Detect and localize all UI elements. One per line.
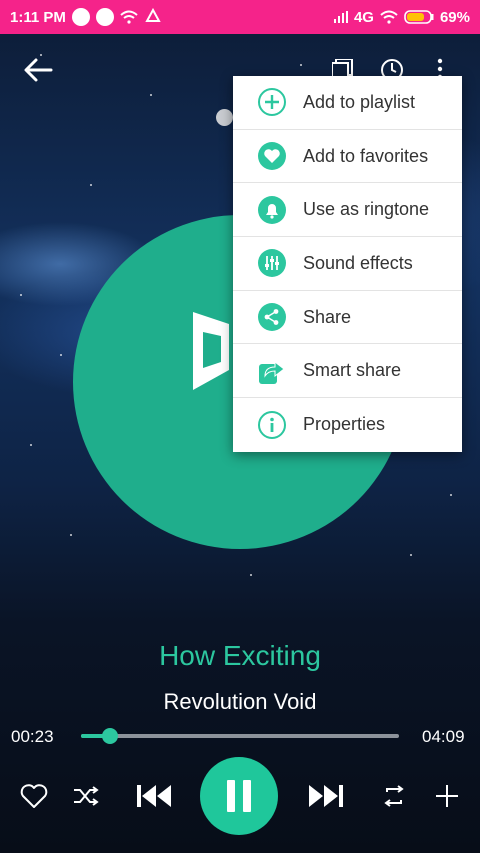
- share-icon: [256, 301, 288, 333]
- repeat-button[interactable]: [378, 780, 410, 812]
- heart-icon: [256, 140, 288, 172]
- battery-percent: 69%: [439, 8, 470, 26]
- music-app-icon: [71, 8, 90, 26]
- song-title: How Exciting: [159, 640, 321, 671]
- shuffle-button[interactable]: [70, 780, 102, 812]
- status-time: 1:11 PM: [10, 8, 66, 26]
- menu-item-smart-share[interactable]: Smart share: [233, 344, 462, 399]
- previous-button[interactable]: [134, 778, 174, 814]
- wifi-icon: [380, 10, 398, 24]
- skip-next-icon: [309, 785, 343, 807]
- pause-button[interactable]: [200, 757, 278, 835]
- plus-icon: [436, 785, 458, 807]
- back-arrow-icon: [24, 58, 53, 82]
- menu-item-label: Properties: [303, 414, 386, 435]
- sync-icon: [144, 8, 162, 26]
- menu-item-label: Sound effects: [303, 252, 413, 273]
- heart-outline-icon: [20, 784, 48, 808]
- menu-item-label: Add to favorites: [303, 145, 429, 166]
- add-to-playlist-button[interactable]: [431, 780, 463, 812]
- signal-icon: [333, 11, 348, 23]
- seek-bar[interactable]: [81, 728, 399, 744]
- menu-item-label: Use as ringtone: [303, 199, 430, 220]
- total-time: 04:09: [422, 727, 465, 746]
- overflow-menu: Add to playlist Add to favorites Use as …: [233, 76, 462, 452]
- network-type: 4G: [353, 8, 374, 26]
- menu-item-properties[interactable]: Properties: [233, 398, 462, 452]
- battery-icon: [404, 10, 434, 24]
- menu-item-label: Share: [303, 306, 352, 327]
- menu-item-add-to-favorites[interactable]: Add to favorites: [233, 130, 462, 184]
- menu-item-label: Add to playlist: [303, 91, 416, 112]
- menu-item-share[interactable]: Share: [233, 291, 462, 345]
- menu-item-use-as-ringtone[interactable]: Use as ringtone: [233, 183, 462, 238]
- seek-bar-thumb[interactable]: [101, 728, 118, 744]
- wifi-icon: [120, 10, 138, 24]
- pause-icon: [227, 780, 251, 812]
- skip-previous-icon: [137, 785, 171, 807]
- smart-share-icon: [256, 355, 288, 387]
- message-icon: [95, 8, 114, 26]
- plus-circle-icon: [256, 86, 288, 118]
- menu-item-add-to-playlist[interactable]: Add to playlist: [233, 76, 462, 130]
- back-button[interactable]: [20, 54, 56, 86]
- menu-item-sound-effects[interactable]: Sound effects: [233, 237, 462, 291]
- menu-item-label: Smart share: [303, 360, 402, 381]
- elapsed-time: 00:23: [11, 727, 54, 746]
- repeat-icon: [384, 785, 404, 807]
- bell-icon: [256, 194, 288, 226]
- equalizer-icon: [256, 247, 288, 279]
- next-button[interactable]: [306, 778, 346, 814]
- album-slider-knob[interactable]: [216, 109, 233, 126]
- favorite-button[interactable]: [18, 780, 50, 812]
- info-icon: [256, 409, 288, 441]
- shuffle-icon: [74, 786, 99, 806]
- status-bar: 1:11 PM 4G 69%: [0, 0, 480, 34]
- song-artist: Revolution Void: [163, 689, 317, 714]
